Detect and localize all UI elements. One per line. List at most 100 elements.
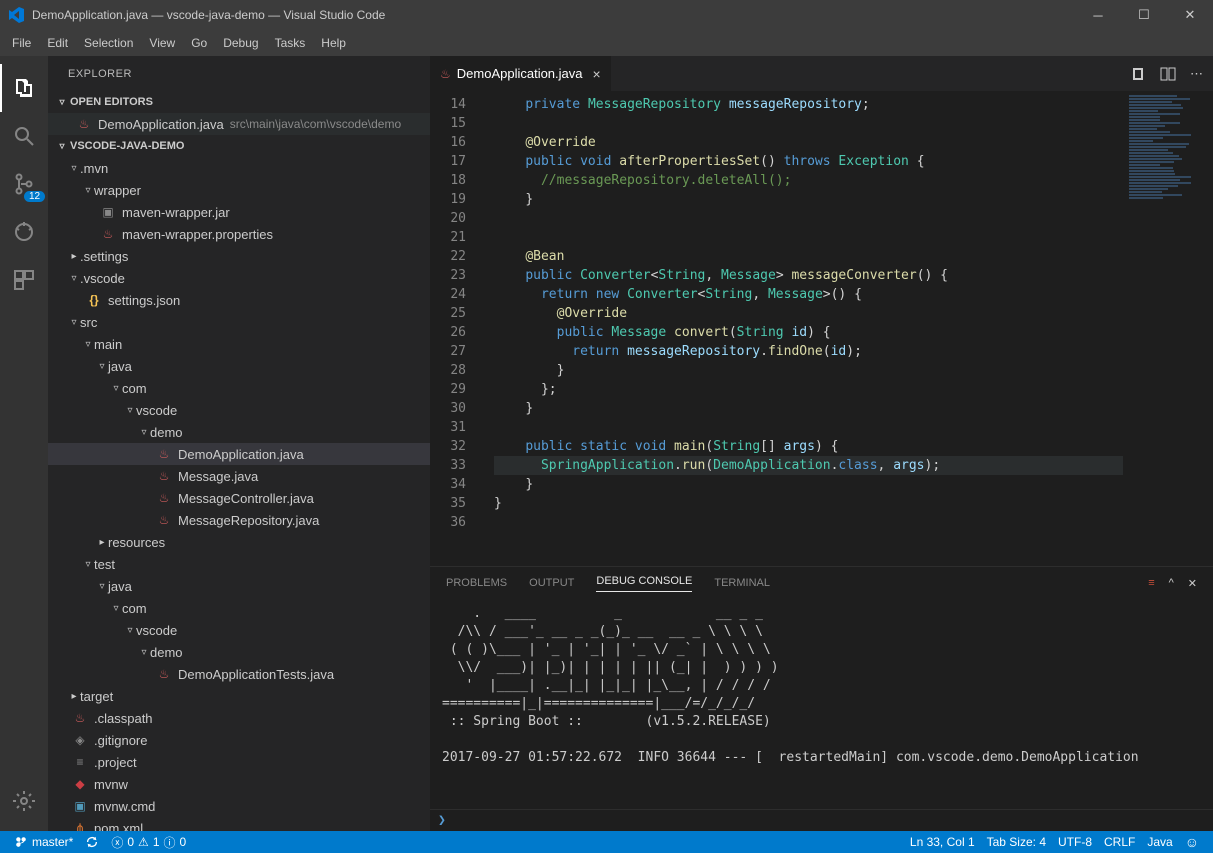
vscode-logo-icon bbox=[8, 7, 24, 23]
window-close-button[interactable]: ✕ bbox=[1167, 0, 1213, 30]
tree-file[interactable]: ♨MessageController.java bbox=[48, 487, 430, 509]
tree-folder-demo[interactable]: ▿demo bbox=[48, 641, 430, 663]
status-errors[interactable]: ⓧ 0 ⚠ 1 ⓘ 0 bbox=[105, 834, 192, 851]
activity-search[interactable] bbox=[0, 112, 48, 160]
activity-extensions[interactable] bbox=[0, 256, 48, 304]
xml-file-icon: ⋔ bbox=[72, 821, 88, 831]
java-file-icon: ♨ bbox=[156, 667, 172, 681]
tree-file[interactable]: ⋔pom.xml bbox=[48, 817, 430, 831]
tree-file[interactable]: ◈.gitignore bbox=[48, 729, 430, 751]
json-file-icon: {} bbox=[86, 293, 102, 307]
java-file-icon: ♨ bbox=[156, 447, 172, 461]
tree-folder-vscode[interactable]: ▿.vscode bbox=[48, 267, 430, 289]
tree-folder-demo[interactable]: ▿demo bbox=[48, 421, 430, 443]
code-content[interactable]: private MessageRepository messageReposit… bbox=[484, 91, 1123, 566]
clear-console-icon[interactable]: ≡ bbox=[1148, 577, 1154, 589]
status-tabsize[interactable]: Tab Size: 4 bbox=[981, 834, 1052, 850]
tree-folder-settings[interactable]: ▸.settings bbox=[48, 245, 430, 267]
explorer-sidebar: EXPLORER ▿OPEN EDITORS ♨ DemoApplication… bbox=[48, 56, 430, 831]
tree-file[interactable]: ♨maven-wrapper.properties bbox=[48, 223, 430, 245]
tree-folder-java[interactable]: ▿java bbox=[48, 575, 430, 597]
debug-console-output[interactable]: . ____ _ __ _ _ /\\ / ___'_ __ _ _(_)_ _… bbox=[430, 599, 1213, 809]
java-file-icon: ♨ bbox=[76, 117, 92, 131]
menu-tasks[interactable]: Tasks bbox=[267, 34, 314, 52]
status-language[interactable]: Java bbox=[1141, 834, 1178, 850]
activity-explorer[interactable] bbox=[0, 64, 48, 112]
tree-folder-java[interactable]: ▿java bbox=[48, 355, 430, 377]
editor-tabs: ♨ DemoApplication.java × ⋯ bbox=[430, 56, 1213, 91]
tree-folder-vscode[interactable]: ▿vscode bbox=[48, 619, 430, 641]
tree-file[interactable]: ≡.project bbox=[48, 751, 430, 773]
project-header[interactable]: ▿VSCODE-JAVA-DEMO bbox=[48, 135, 430, 157]
menu-bar: File Edit Selection View Go Debug Tasks … bbox=[0, 30, 1213, 56]
java-file-icon: ♨ bbox=[440, 67, 451, 81]
minimap[interactable] bbox=[1123, 91, 1213, 566]
menu-edit[interactable]: Edit bbox=[39, 34, 76, 52]
tree-file[interactable]: ♨.classpath bbox=[48, 707, 430, 729]
tree-folder-test[interactable]: ▿test bbox=[48, 553, 430, 575]
panel-tab-debug-console[interactable]: DEBUG CONSOLE bbox=[596, 575, 692, 592]
status-lncol[interactable]: Ln 33, Col 1 bbox=[904, 834, 981, 850]
status-eol[interactable]: CRLF bbox=[1098, 834, 1141, 850]
tree-file[interactable]: {}settings.json bbox=[48, 289, 430, 311]
tree-file[interactable]: ▣mvnw.cmd bbox=[48, 795, 430, 817]
open-editors-header[interactable]: ▿OPEN EDITORS bbox=[48, 91, 430, 113]
scm-badge: 12 bbox=[24, 191, 45, 202]
activity-scm[interactable]: 12 bbox=[0, 160, 48, 208]
panel-close-icon[interactable]: ✕ bbox=[1188, 577, 1197, 590]
menu-view[interactable]: View bbox=[141, 34, 183, 52]
tree-file[interactable]: ♨DemoApplicationTests.java bbox=[48, 663, 430, 685]
menu-selection[interactable]: Selection bbox=[76, 34, 141, 52]
line-gutter: 1415161718192021222324252627282930313233… bbox=[430, 91, 484, 566]
window-minimize-button[interactable]: ─ bbox=[1075, 0, 1121, 30]
tree-file[interactable]: ◆mvnw bbox=[48, 773, 430, 795]
tree-folder-main[interactable]: ▿main bbox=[48, 333, 430, 355]
tree-folder-wrapper[interactable]: ▿wrapper bbox=[48, 179, 430, 201]
maven-file-icon: ◆ bbox=[72, 777, 88, 791]
tree-folder-vscode[interactable]: ▿vscode bbox=[48, 399, 430, 421]
tree-file[interactable]: ♨Message.java bbox=[48, 465, 430, 487]
java-file-icon: ♨ bbox=[156, 469, 172, 483]
editor-area: ♨ DemoApplication.java × ⋯ 1415161718192… bbox=[430, 56, 1213, 831]
gitignore-file-icon: ◈ bbox=[72, 733, 88, 747]
tab-close-icon[interactable]: × bbox=[593, 66, 601, 82]
window-maximize-button[interactable]: ☐ bbox=[1121, 0, 1167, 30]
code-editor[interactable]: 1415161718192021222324252627282930313233… bbox=[430, 91, 1213, 566]
status-feedback-icon[interactable]: ☺ bbox=[1179, 834, 1205, 850]
menu-help[interactable]: Help bbox=[313, 34, 354, 52]
tree-folder-resources[interactable]: ▸resources bbox=[48, 531, 430, 553]
cmd-file-icon: ▣ bbox=[72, 799, 88, 813]
panel-maximize-icon[interactable]: ^ bbox=[1169, 577, 1174, 589]
activity-settings[interactable] bbox=[0, 777, 48, 825]
tree-file[interactable]: ♨MessageRepository.java bbox=[48, 509, 430, 531]
more-actions-icon[interactable]: ⋯ bbox=[1190, 66, 1203, 82]
menu-go[interactable]: Go bbox=[183, 34, 215, 52]
menu-file[interactable]: File bbox=[4, 34, 39, 52]
compare-changes-icon[interactable] bbox=[1130, 66, 1146, 82]
bottom-panel: PROBLEMS OUTPUT DEBUG CONSOLE TERMINAL ≡… bbox=[430, 566, 1213, 831]
status-encoding[interactable]: UTF-8 bbox=[1052, 834, 1098, 850]
activity-debug[interactable] bbox=[0, 208, 48, 256]
tree-folder-com[interactable]: ▿com bbox=[48, 597, 430, 619]
tree-file[interactable]: ▣maven-wrapper.jar bbox=[48, 201, 430, 223]
menu-debug[interactable]: Debug bbox=[215, 34, 266, 52]
title-bar: DemoApplication.java — vscode-java-demo … bbox=[0, 0, 1213, 30]
status-bar: master* ⓧ 0 ⚠ 1 ⓘ 0 Ln 33, Col 1 Tab Siz… bbox=[0, 831, 1213, 853]
tree-folder-src[interactable]: ▿src bbox=[48, 311, 430, 333]
editor-tab-demoapp[interactable]: ♨ DemoApplication.java × bbox=[430, 56, 612, 91]
split-editor-icon[interactable] bbox=[1160, 66, 1176, 82]
debug-console-input[interactable]: ❯ bbox=[430, 809, 1213, 831]
open-editor-item[interactable]: ♨ DemoApplication.java src\main\java\com… bbox=[48, 113, 430, 135]
status-sync[interactable] bbox=[79, 835, 105, 849]
tree-folder-com[interactable]: ▿com bbox=[48, 377, 430, 399]
status-branch[interactable]: master* bbox=[8, 835, 79, 849]
tree-folder-mvn[interactable]: ▿.mvn bbox=[48, 157, 430, 179]
panel-tab-terminal[interactable]: TERMINAL bbox=[714, 577, 770, 589]
project-file-icon: ≡ bbox=[72, 755, 88, 769]
panel-tab-problems[interactable]: PROBLEMS bbox=[446, 577, 507, 589]
java-file-icon: ♨ bbox=[156, 491, 172, 505]
java-file-icon: ♨ bbox=[156, 513, 172, 527]
tree-file-demoapp[interactable]: ♨DemoApplication.java bbox=[48, 443, 430, 465]
tree-folder-target[interactable]: ▸target bbox=[48, 685, 430, 707]
panel-tab-output[interactable]: OUTPUT bbox=[529, 577, 574, 589]
